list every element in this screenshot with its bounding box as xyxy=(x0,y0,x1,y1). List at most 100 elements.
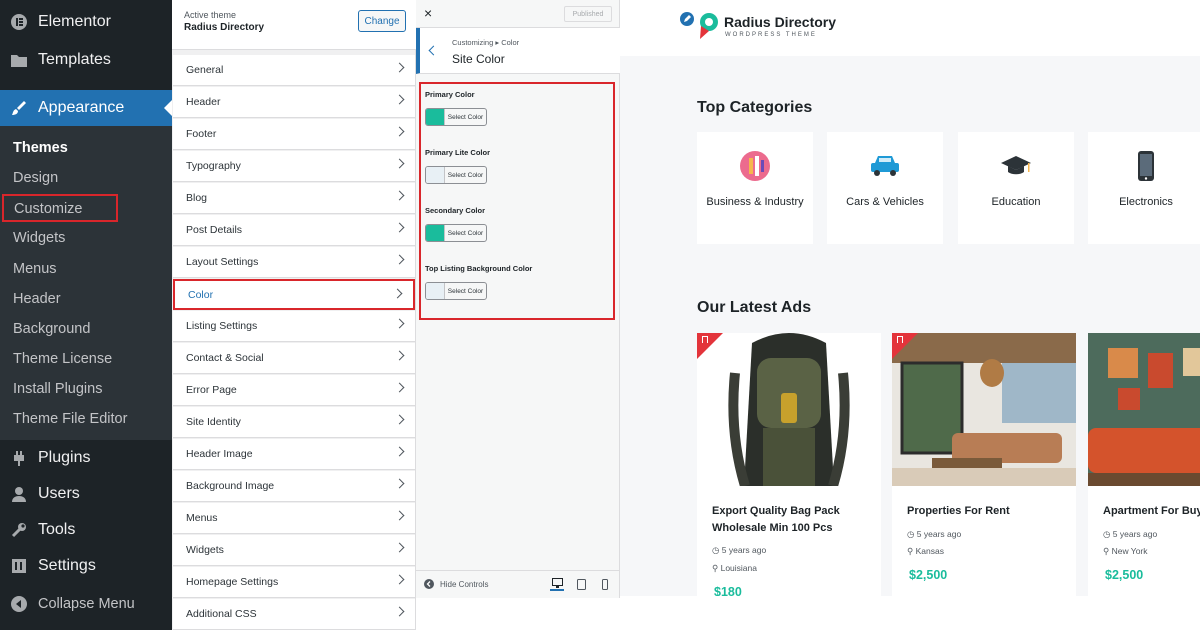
section-error-page[interactable]: Error Page xyxy=(173,375,415,406)
chevron-right-icon xyxy=(394,190,405,201)
category-card[interactable]: Electronics xyxy=(1088,132,1200,244)
section-header[interactable]: Header xyxy=(173,87,415,118)
menu-item-users[interactable]: Users xyxy=(0,476,172,512)
submenu-customize[interactable]: Customize xyxy=(2,194,118,222)
section-label: Menus xyxy=(186,512,218,524)
section-listing-settings[interactable]: Listing Settings xyxy=(173,311,415,342)
paintbrush-icon xyxy=(0,99,38,117)
ad-location-text: Louisiana xyxy=(720,563,757,573)
section-label: Additional CSS xyxy=(186,608,257,620)
section-typography[interactable]: Typography xyxy=(173,151,415,182)
section-label: Error Page xyxy=(186,384,237,396)
hide-controls-button[interactable]: Hide Controls xyxy=(424,579,488,589)
collapse-menu[interactable]: Collapse Menu xyxy=(0,586,172,622)
ad-title[interactable]: Properties For Rent xyxy=(907,503,1067,520)
select-color-label: Select Color xyxy=(444,283,486,299)
menu-label: Users xyxy=(38,485,80,502)
section-widgets[interactable]: Widgets xyxy=(173,535,415,566)
section-general[interactable]: General xyxy=(173,55,415,86)
desktop-preview-icon[interactable] xyxy=(550,577,564,591)
featured-ribbon xyxy=(892,333,918,359)
chevron-right-icon xyxy=(394,158,405,169)
chevron-right-icon xyxy=(394,414,405,425)
ad-card[interactable]: Export Quality Bag Pack Wholesale Min 10… xyxy=(697,333,881,596)
business-icon xyxy=(739,150,771,182)
section-label: General xyxy=(186,64,224,76)
section-label: Color xyxy=(188,288,214,301)
collapse-icon xyxy=(0,595,38,613)
ad-title[interactable]: Export Quality Bag Pack Wholesale Min 10… xyxy=(712,503,872,537)
chevron-right-icon xyxy=(392,288,403,299)
section-layout-settings[interactable]: Layout Settings xyxy=(173,247,415,278)
logo-subtitle: WORDPRESS THEME xyxy=(725,32,817,38)
section-color[interactable]: Color xyxy=(173,279,415,310)
submenu-theme-license[interactable]: Theme License xyxy=(13,351,112,367)
section-label: Footer xyxy=(186,128,217,140)
chevron-right-icon xyxy=(394,574,405,585)
tablet-preview-icon[interactable] xyxy=(574,577,588,591)
submenu-theme-file-editor[interactable]: Theme File Editor xyxy=(13,411,127,427)
section-background-image[interactable]: Background Image xyxy=(173,471,415,502)
submenu-header[interactable]: Header xyxy=(13,291,61,307)
ad-price: $2,500 xyxy=(1105,568,1144,582)
section-post-details[interactable]: Post Details xyxy=(173,215,415,246)
primary-lite-color-button[interactable]: Select Color xyxy=(425,166,487,184)
chevron-right-icon xyxy=(394,606,405,617)
secondary-color-button[interactable]: Select Color xyxy=(425,224,487,242)
submenu-themes[interactable]: Themes xyxy=(13,140,68,156)
menu-item-plugins[interactable]: Plugins xyxy=(0,440,172,476)
categories-heading: Top Categories xyxy=(697,99,813,116)
submenu-menus[interactable]: Menus xyxy=(13,261,57,277)
plug-icon xyxy=(0,449,38,467)
menu-item-elementor[interactable]: Elementor xyxy=(0,4,172,40)
submenu-design[interactable]: Design xyxy=(13,170,58,186)
section-footer[interactable]: Footer xyxy=(173,119,415,150)
section-label: Layout Settings xyxy=(186,256,259,268)
primary-color-button[interactable]: Select Color xyxy=(425,108,487,126)
edit-pencil-icon[interactable] xyxy=(680,12,694,26)
section-additional-css[interactable]: Additional CSS xyxy=(173,599,415,630)
preview-header: Radius Directory WORDPRESS THEME xyxy=(620,0,1200,56)
hide-controls-label: Hide Controls xyxy=(440,579,489,589)
category-card[interactable]: Education xyxy=(958,132,1074,244)
section-label: Post Details xyxy=(186,224,243,236)
section-header-image[interactable]: Header Image xyxy=(173,439,415,470)
bookmark-icon xyxy=(897,336,903,343)
ad-title[interactable]: Apartment For Buy xyxy=(1103,503,1200,520)
settings-icon xyxy=(0,557,38,575)
ad-card[interactable]: Apartment For Buy ◷ 5 years ago ⚲ New Yo… xyxy=(1088,333,1200,596)
submenu-background[interactable]: Background xyxy=(13,321,90,337)
category-label: Business & Industry xyxy=(706,196,804,208)
chevron-right-icon xyxy=(394,542,405,553)
back-chevron-icon[interactable] xyxy=(428,45,439,56)
submenu-install-plugins[interactable]: Install Plugins xyxy=(13,381,102,397)
menu-item-templates[interactable]: Templates xyxy=(0,42,172,78)
color-label: Secondary Color xyxy=(425,206,486,215)
section-contact-social[interactable]: Contact & Social xyxy=(173,343,415,374)
category-label: Cars & Vehicles xyxy=(846,196,924,208)
ad-location: ⚲ Louisiana xyxy=(712,563,757,573)
section-blog[interactable]: Blog xyxy=(173,183,415,214)
category-card[interactable]: Business & Industry xyxy=(697,132,813,244)
active-theme-label: Active theme xyxy=(184,10,237,20)
section-site-identity[interactable]: Site Identity xyxy=(173,407,415,438)
mobile-preview-icon[interactable] xyxy=(598,577,612,591)
menu-item-tools[interactable]: Tools xyxy=(0,512,172,548)
section-menus[interactable]: Menus xyxy=(173,503,415,534)
admin-sidebar: Elementor Templates Appearance Themes De… xyxy=(0,0,172,630)
section-homepage-settings[interactable]: Homepage Settings xyxy=(173,567,415,598)
menu-label: Elementor xyxy=(38,13,111,30)
published-button[interactable]: Published xyxy=(564,6,612,22)
ad-image xyxy=(697,333,881,486)
ad-card[interactable]: Properties For Rent ◷ 5 years ago ⚲ Kans… xyxy=(892,333,1076,596)
select-color-label: Select Color xyxy=(444,167,486,183)
submenu-widgets[interactable]: Widgets xyxy=(13,230,65,246)
ad-image xyxy=(892,333,1076,486)
ad-image xyxy=(1088,333,1200,486)
category-card[interactable]: Cars & Vehicles xyxy=(827,132,943,244)
change-theme-button[interactable]: Change xyxy=(358,10,406,32)
top-listing-bg-color-button[interactable]: Select Color xyxy=(425,282,487,300)
menu-item-appearance[interactable]: Appearance xyxy=(0,90,172,126)
close-icon[interactable]: × xyxy=(424,5,432,21)
menu-item-settings[interactable]: Settings xyxy=(0,548,172,584)
